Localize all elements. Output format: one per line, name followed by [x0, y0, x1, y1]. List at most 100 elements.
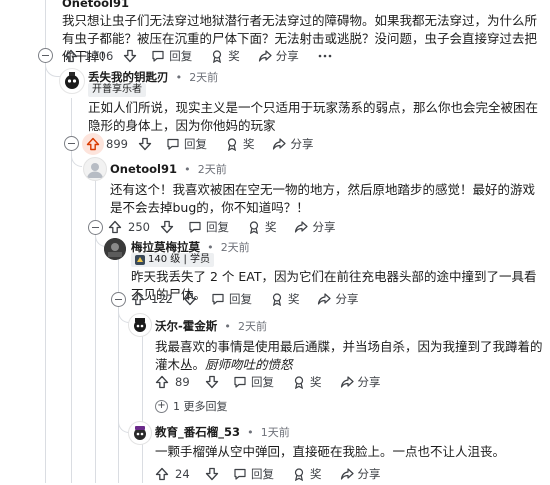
upvote-icon: [108, 220, 122, 234]
avatar[interactable]: [59, 68, 85, 94]
comment-author-row: 沃尔-霍金斯 • 2天前: [155, 319, 267, 333]
avatar[interactable]: [104, 238, 126, 260]
reply-label: 回复: [183, 137, 207, 151]
share-icon: [340, 376, 354, 388]
share-button[interactable]: 分享: [272, 136, 313, 152]
share-label: 分享: [335, 292, 359, 306]
reply-button[interactable]: 回复: [211, 291, 252, 307]
share-button[interactable]: 分享: [340, 374, 381, 390]
upvote-icon: [86, 137, 100, 151]
upvote-button[interactable]: [60, 45, 82, 67]
upvote-icon: [64, 49, 78, 63]
avatar[interactable]: [128, 313, 152, 337]
downvote-button[interactable]: [201, 463, 223, 485]
award-label: 奖: [310, 467, 322, 481]
share-button[interactable]: 分享: [294, 219, 335, 235]
award-icon: [294, 376, 304, 389]
upvote-button[interactable]: [127, 288, 149, 310]
award-icon: [272, 293, 282, 306]
separator-dot: •: [184, 163, 191, 176]
vote-count: 24: [175, 467, 190, 481]
upvote-button[interactable]: [151, 371, 173, 393]
share-label: 分享: [357, 375, 381, 389]
reply-button[interactable]: 回复: [166, 136, 207, 152]
avatar[interactable]: [128, 421, 152, 445]
comment-actions: 122 回复 奖 分享: [127, 288, 376, 310]
collapse-thread-button[interactable]: [88, 220, 103, 235]
avatar[interactable]: [83, 157, 107, 181]
share-icon: [273, 138, 287, 150]
downvote-button[interactable]: [119, 45, 141, 67]
comment-icon: [234, 376, 246, 388]
collapse-thread-button[interactable]: [38, 48, 53, 63]
comment-username[interactable]: 沃尔-霍金斯: [155, 319, 217, 333]
comment-timestamp[interactable]: 2天前: [198, 163, 227, 176]
thread-elbow: [45, 62, 60, 77]
comment-author-row: Onetool91 • 2天前: [110, 162, 227, 176]
vote-count: 250: [128, 220, 150, 234]
share-button[interactable]: 分享: [258, 48, 299, 64]
comment-icon: [189, 221, 201, 233]
upvote-icon: [131, 292, 145, 306]
downvote-button[interactable]: [156, 216, 178, 238]
comment-username[interactable]: Onetool91: [110, 162, 177, 176]
comment-timestamp[interactable]: 2天前: [189, 71, 218, 84]
award-button[interactable]: 奖: [210, 48, 240, 64]
separator-dot: •: [247, 426, 254, 439]
comment-author-row: 丢失我的钥匙刃 • 2天前: [88, 70, 218, 84]
more-options-button[interactable]: [317, 49, 337, 63]
upvote-button[interactable]: [104, 216, 126, 238]
downvote-icon: [205, 467, 219, 481]
downvote-button[interactable]: [134, 133, 156, 155]
reply-button[interactable]: 回复: [151, 48, 192, 64]
award-label: 奖: [264, 220, 277, 234]
vote-count: 1706: [84, 49, 114, 63]
thread-elbow: [71, 152, 82, 167]
collapse-thread-button[interactable]: [64, 136, 79, 151]
award-button[interactable]: 奖: [270, 291, 300, 307]
share-icon: [258, 50, 272, 62]
comment-username[interactable]: 丢失我的钥匙刃: [88, 70, 169, 84]
award-icon: [249, 221, 259, 234]
award-label: 奖: [287, 292, 300, 306]
comment-actions: 899 回复 奖 分享: [82, 133, 331, 155]
comment-icon: [234, 468, 246, 480]
award-button[interactable]: 奖: [292, 374, 322, 390]
downvote-button[interactable]: [201, 371, 223, 393]
vote-count: 899: [106, 137, 128, 151]
user-flair: 开普享乐者: [88, 83, 146, 97]
downvote-icon: [124, 49, 137, 63]
share-button[interactable]: 分享: [317, 291, 358, 307]
upvote-button[interactable]: [151, 463, 173, 485]
more-replies-label: 1 更多回复: [173, 400, 228, 413]
reply-button[interactable]: 回复: [233, 466, 274, 482]
comment-body: 一颗手榴弹从空中弹回，直接砸在我脸上。一点也不让人沮丧。: [155, 444, 506, 459]
comment-username[interactable]: Onetool91: [62, 0, 129, 10]
award-button[interactable]: 奖: [225, 136, 254, 152]
reply-label: 回复: [251, 467, 274, 481]
comment-author-row: 梅拉莫梅拉莫 • 2天前: [131, 240, 250, 254]
comment-timestamp[interactable]: 2天前: [221, 241, 250, 254]
comment-timestamp[interactable]: 1天前: [261, 426, 290, 439]
more-replies-link[interactable]: + 1 更多回复: [155, 398, 228, 414]
reply-button[interactable]: 回复: [188, 219, 229, 235]
reply-button[interactable]: 回复: [233, 374, 274, 390]
comment-actions: 89 回复 奖 分享: [151, 371, 399, 393]
comment-username[interactable]: 教育_番石榴_53: [155, 425, 240, 439]
vote-count: 89: [175, 375, 190, 389]
share-label: 分享: [290, 137, 314, 151]
reply-label: 回复: [205, 220, 229, 234]
collapse-thread-button[interactable]: [111, 292, 126, 307]
reply-label: 回复: [228, 292, 252, 306]
award-icon: [213, 50, 222, 63]
award-button[interactable]: 奖: [247, 219, 277, 235]
upvote-button[interactable]: [82, 133, 104, 155]
share-button[interactable]: 分享: [340, 466, 381, 482]
upvote-icon: [155, 467, 169, 481]
comment-username[interactable]: 梅拉莫梅拉莫: [131, 240, 200, 254]
award-button[interactable]: 奖: [292, 466, 322, 482]
thread-line: [142, 333, 143, 483]
comment-timestamp[interactable]: 2天前: [238, 320, 267, 333]
downvote-button[interactable]: [179, 288, 201, 310]
award-icon: [294, 468, 304, 481]
